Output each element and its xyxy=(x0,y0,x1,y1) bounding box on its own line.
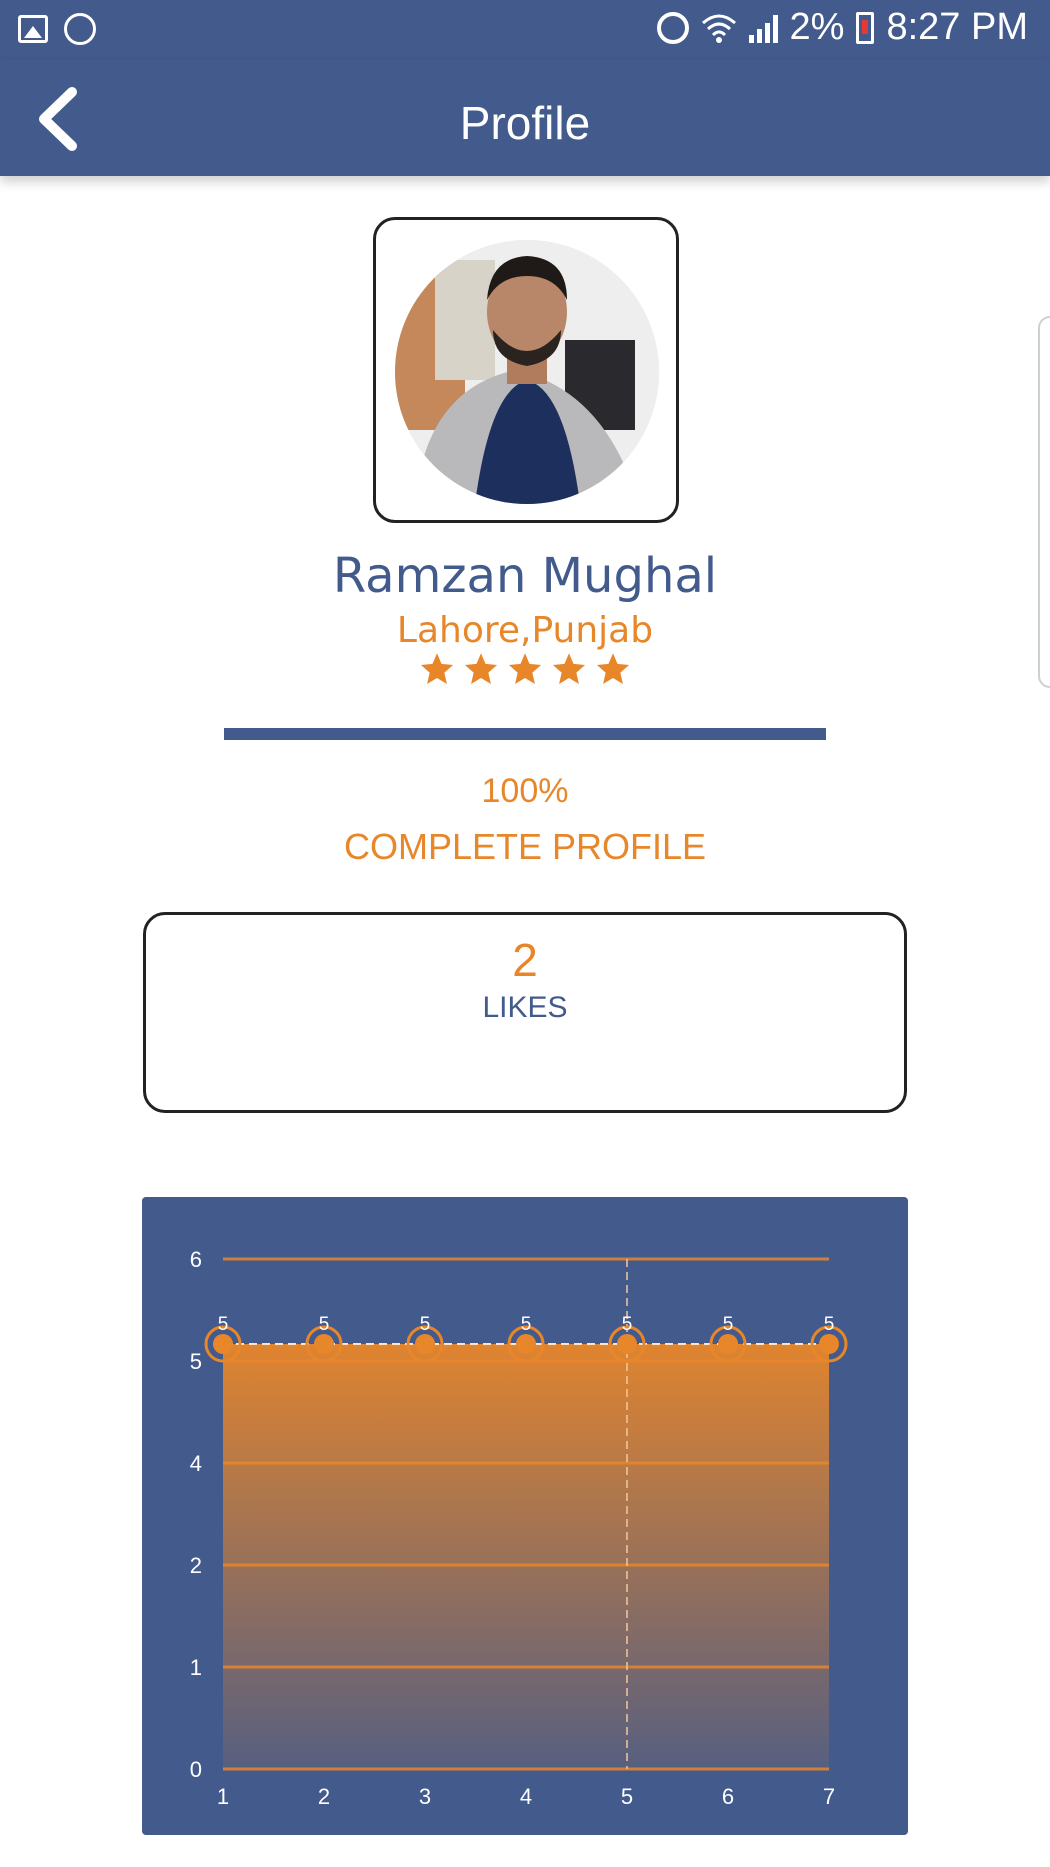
y-tick-label: 2 xyxy=(190,1553,202,1578)
likes-label: LIKES xyxy=(482,991,568,1024)
star-icon xyxy=(420,653,454,684)
star-icon xyxy=(508,653,542,684)
completion-label: COMPLETE PROFILE xyxy=(343,826,707,867)
y-tick-label: 4 xyxy=(190,1451,202,1476)
x-tick-label: 3 xyxy=(419,1784,431,1809)
likes-card[interactable]: 2 LIKES xyxy=(143,912,907,1113)
rating-stars xyxy=(0,651,1050,692)
profile-name: Ramzan Mughal xyxy=(332,548,718,604)
page-title: Profile xyxy=(459,97,591,149)
y-tick-label: 1 xyxy=(190,1655,202,1680)
x-tick-label: 4 xyxy=(520,1784,532,1809)
alarm-icon xyxy=(656,11,689,44)
data-point xyxy=(213,1334,233,1354)
chart-svg: 0124565 5 5 5 5 5 51 2 3 4 5 6 7 xyxy=(190,1247,848,1809)
app-bar: Profile xyxy=(0,60,1050,176)
star-icon xyxy=(464,653,498,684)
area-series xyxy=(223,1344,829,1769)
avatar xyxy=(395,240,659,504)
data-label: 5 xyxy=(521,1314,532,1335)
clock: 8:27 PM xyxy=(886,6,1028,48)
data-label: 5 xyxy=(218,1314,229,1335)
data-label: 5 xyxy=(319,1314,330,1335)
system-status: 2% 8:27 PM xyxy=(656,6,1028,49)
profile-progress-bar xyxy=(224,728,826,740)
data-point xyxy=(415,1334,435,1354)
notification-icons xyxy=(18,13,96,45)
likes-chart: 01245655555551234567 xyxy=(142,1197,908,1835)
y-tick-label: 6 xyxy=(190,1247,202,1272)
data-point xyxy=(718,1334,738,1354)
profile-location: Lahore,Punjab xyxy=(396,610,654,651)
star-icon xyxy=(596,653,630,684)
battery-percent: 2% xyxy=(789,6,845,48)
battery-icon xyxy=(856,11,875,44)
data-label: 5 xyxy=(420,1314,431,1335)
data-label: 5 xyxy=(622,1314,633,1335)
completion-percent: 100% xyxy=(481,772,569,810)
avatar-photo xyxy=(395,240,659,504)
x-tick-label: 5 xyxy=(621,1784,633,1809)
status-bar: 2% 8:27 PM xyxy=(0,0,1050,60)
x-tick-label: 1 xyxy=(217,1784,229,1809)
x-tick-label: 6 xyxy=(722,1784,734,1809)
whatsapp-icon xyxy=(64,13,96,45)
y-tick-label: 0 xyxy=(190,1757,202,1782)
likes-count: 2 xyxy=(512,934,538,986)
data-point xyxy=(314,1334,334,1354)
x-tick-label: 7 xyxy=(823,1784,835,1809)
data-point xyxy=(617,1334,637,1354)
data-point xyxy=(516,1334,536,1354)
data-label: 5 xyxy=(723,1314,734,1335)
star-icon xyxy=(552,653,586,684)
x-tick-label: 2 xyxy=(318,1784,330,1809)
gallery-icon xyxy=(18,15,48,43)
data-point xyxy=(819,1334,839,1354)
signal-icon xyxy=(748,13,778,43)
avatar-frame[interactable] xyxy=(373,217,679,523)
wifi-icon xyxy=(701,14,736,43)
data-label: 5 xyxy=(824,1314,835,1335)
profile-progress-fill xyxy=(224,728,826,740)
y-tick-label: 5 xyxy=(190,1349,202,1374)
